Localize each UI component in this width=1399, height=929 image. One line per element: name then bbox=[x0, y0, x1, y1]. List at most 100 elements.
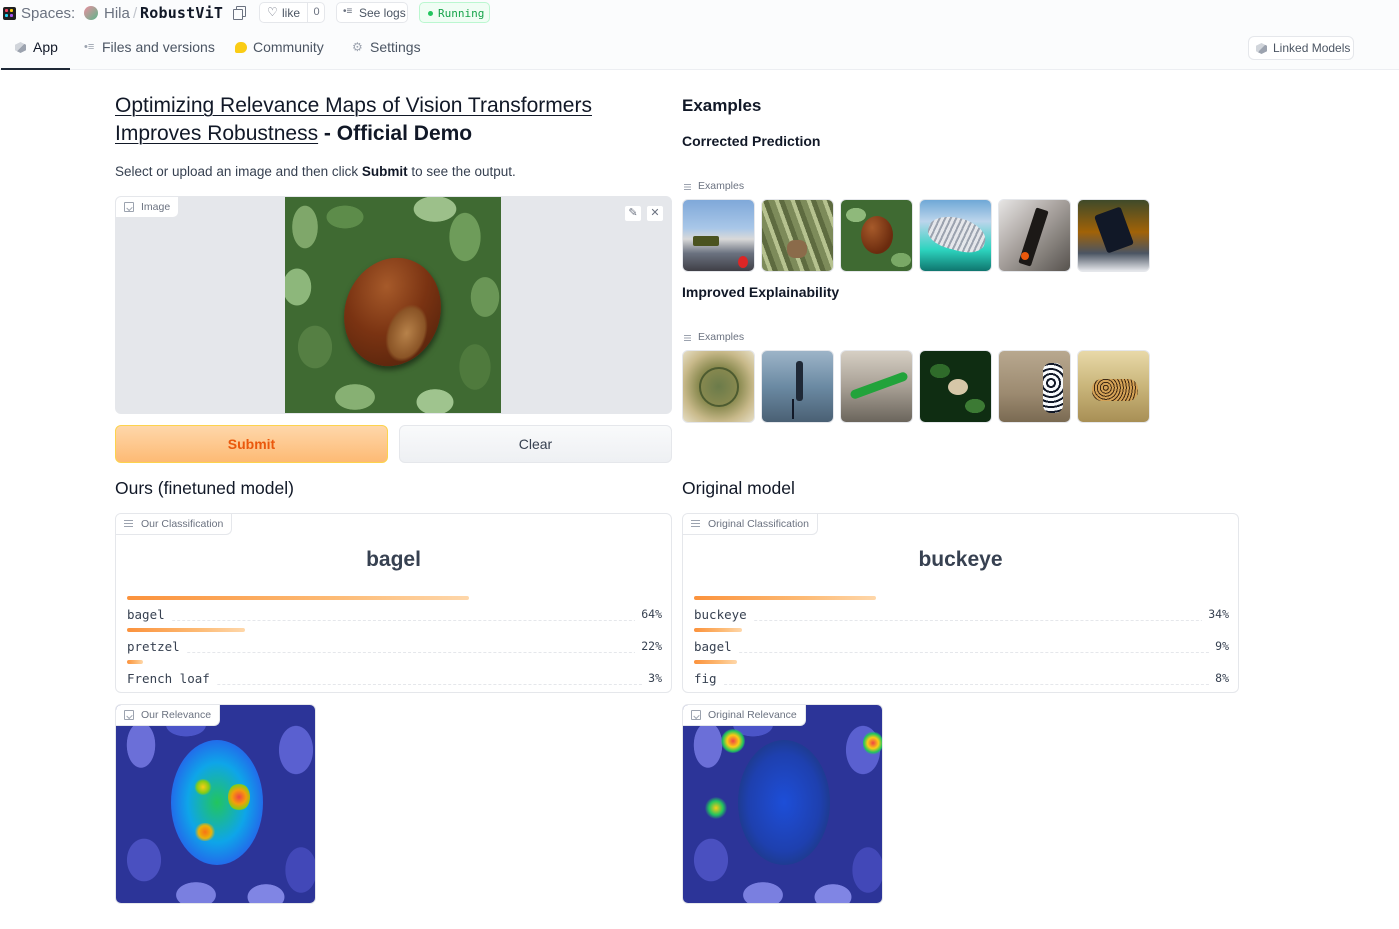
input-image bbox=[285, 197, 501, 413]
confidence-row: French loaf 3% bbox=[127, 660, 662, 688]
example-thumbnail[interactable] bbox=[919, 350, 992, 423]
our-classification-label: Our Classification bbox=[141, 518, 224, 530]
repo-name-link[interactable]: RobustViT bbox=[140, 4, 223, 22]
community-icon bbox=[235, 42, 247, 53]
close-icon[interactable]: ✕ bbox=[646, 205, 664, 222]
original-classification-label: Original Classification bbox=[708, 518, 809, 530]
spaces-logo-icon[interactable] bbox=[3, 7, 16, 20]
row-divider bbox=[127, 620, 662, 621]
tab-label: App bbox=[33, 39, 58, 55]
examples-chip-label: Examples bbox=[698, 331, 745, 343]
active-tab-indicator bbox=[1, 68, 70, 70]
like-button[interactable]: ♡ like 0 bbox=[259, 2, 325, 23]
confidence-label: bagel bbox=[127, 607, 171, 622]
status-badge[interactable]: Running bbox=[419, 2, 490, 23]
path-separator: / bbox=[133, 5, 138, 22]
linked-models-button[interactable]: Linked Models bbox=[1248, 36, 1354, 60]
see-logs-button[interactable]: •≡ See logs bbox=[336, 2, 408, 23]
cube-icon bbox=[1256, 43, 1267, 54]
confidence-row: pretzel 22% bbox=[127, 628, 662, 656]
linked-models-label: Linked Models bbox=[1273, 41, 1351, 55]
image-label: Image bbox=[141, 201, 171, 213]
example-thumbnail[interactable] bbox=[1077, 350, 1150, 423]
image-input[interactable]: Image ✎ ✕ bbox=[115, 196, 672, 414]
edit-icon[interactable]: ✎ bbox=[624, 205, 642, 222]
instructions-bold: Submit bbox=[361, 164, 408, 179]
buckeye-nut bbox=[329, 244, 456, 380]
tab-label: Settings bbox=[370, 39, 421, 55]
like-count: 0 bbox=[307, 3, 325, 22]
owner-link[interactable]: Hila bbox=[104, 5, 130, 22]
title-suffix: - Official Demo bbox=[318, 122, 473, 145]
tab-app[interactable]: App bbox=[15, 38, 70, 58]
confidence-percent: 34% bbox=[1202, 607, 1229, 621]
original-relevance-label: Original Relevance bbox=[708, 709, 797, 721]
copy-icon[interactable] bbox=[233, 6, 246, 20]
confidence-percent: 64% bbox=[635, 607, 662, 621]
example-thumbnail[interactable] bbox=[761, 199, 834, 272]
label-icon bbox=[691, 520, 700, 521]
row-divider bbox=[694, 620, 1229, 621]
relevance-hotspot bbox=[228, 783, 250, 811]
improved-explainability-title: Improved Explainability bbox=[682, 284, 840, 300]
spaces-label[interactable]: Spaces: bbox=[21, 5, 75, 22]
confidence-bar bbox=[127, 660, 143, 664]
confidence-row: buckeye 34% bbox=[694, 596, 1229, 624]
example-thumbnail[interactable] bbox=[1077, 199, 1150, 272]
tab-label: Files and versions bbox=[102, 39, 215, 55]
relevance-region bbox=[171, 740, 263, 865]
relevance-hotspot bbox=[863, 731, 882, 755]
our-relevance-label: Our Relevance bbox=[141, 709, 212, 721]
example-thumbnail[interactable] bbox=[919, 199, 992, 272]
status-label: Running bbox=[438, 7, 485, 20]
example-thumbnail[interactable] bbox=[998, 199, 1071, 272]
see-logs-label: See logs bbox=[359, 6, 406, 20]
confidence-bar bbox=[127, 596, 469, 600]
confidence-label: fig bbox=[694, 671, 723, 686]
relevance-hotspot bbox=[721, 729, 745, 753]
original-classification-box: Original Classification buckeye buckeye 3… bbox=[682, 513, 1239, 693]
confidence-row: bagel 64% bbox=[127, 596, 662, 624]
confidence-label: bagel bbox=[694, 639, 738, 654]
row-divider bbox=[694, 684, 1229, 685]
label-icon bbox=[124, 520, 133, 521]
tab-community[interactable]: Community bbox=[235, 38, 330, 58]
tab-label: Community bbox=[253, 39, 324, 55]
original-relevance-chip: Original Relevance bbox=[683, 705, 806, 726]
row-divider bbox=[694, 652, 1229, 653]
confidence-row: bagel 9% bbox=[694, 628, 1229, 656]
row-divider bbox=[127, 652, 662, 653]
heart-icon: ♡ bbox=[267, 5, 278, 19]
confidence-percent: 22% bbox=[635, 639, 662, 653]
our-top-label: bagel bbox=[366, 548, 421, 571]
example-thumbnail[interactable] bbox=[682, 350, 755, 423]
corrected-prediction-title: Corrected Prediction bbox=[682, 133, 821, 149]
submit-button[interactable]: Submit bbox=[115, 425, 388, 463]
confidence-percent: 8% bbox=[1209, 671, 1229, 685]
examples-heading: Examples bbox=[682, 96, 762, 115]
relevance-region bbox=[738, 740, 830, 865]
our-relevance-image: Our Relevance bbox=[115, 704, 316, 904]
example-thumbnail[interactable] bbox=[998, 350, 1071, 423]
example-thumbnail[interactable] bbox=[840, 199, 913, 272]
confidence-bar bbox=[694, 628, 742, 632]
image-label-chip: Image bbox=[116, 197, 180, 218]
confidence-label: pretzel bbox=[127, 639, 186, 654]
logs-icon: •≡ bbox=[343, 6, 353, 17]
confidence-row: fig 8% bbox=[694, 660, 1229, 688]
tab-files-and-versions[interactable]: •≡ Files and versions bbox=[84, 38, 215, 58]
example-thumbnail[interactable] bbox=[840, 350, 913, 423]
original-relevance-image: Original Relevance bbox=[682, 704, 883, 904]
clear-button[interactable]: Clear bbox=[399, 425, 672, 463]
relevance-hotspot bbox=[194, 779, 212, 795]
examples-chip-label: Examples bbox=[698, 180, 745, 192]
example-thumbnail[interactable] bbox=[682, 199, 755, 272]
instructions-after: to see the output. bbox=[407, 164, 516, 179]
tab-settings[interactable]: ⚙ Settings bbox=[352, 38, 427, 58]
confidence-percent: 3% bbox=[642, 671, 662, 685]
instructions-text: Select or upload an image and then click… bbox=[115, 164, 516, 179]
original-top-label: buckeye bbox=[918, 548, 1003, 571]
confidence-bar bbox=[694, 596, 876, 600]
owner-avatar[interactable] bbox=[84, 6, 98, 20]
example-thumbnail[interactable] bbox=[761, 350, 834, 423]
